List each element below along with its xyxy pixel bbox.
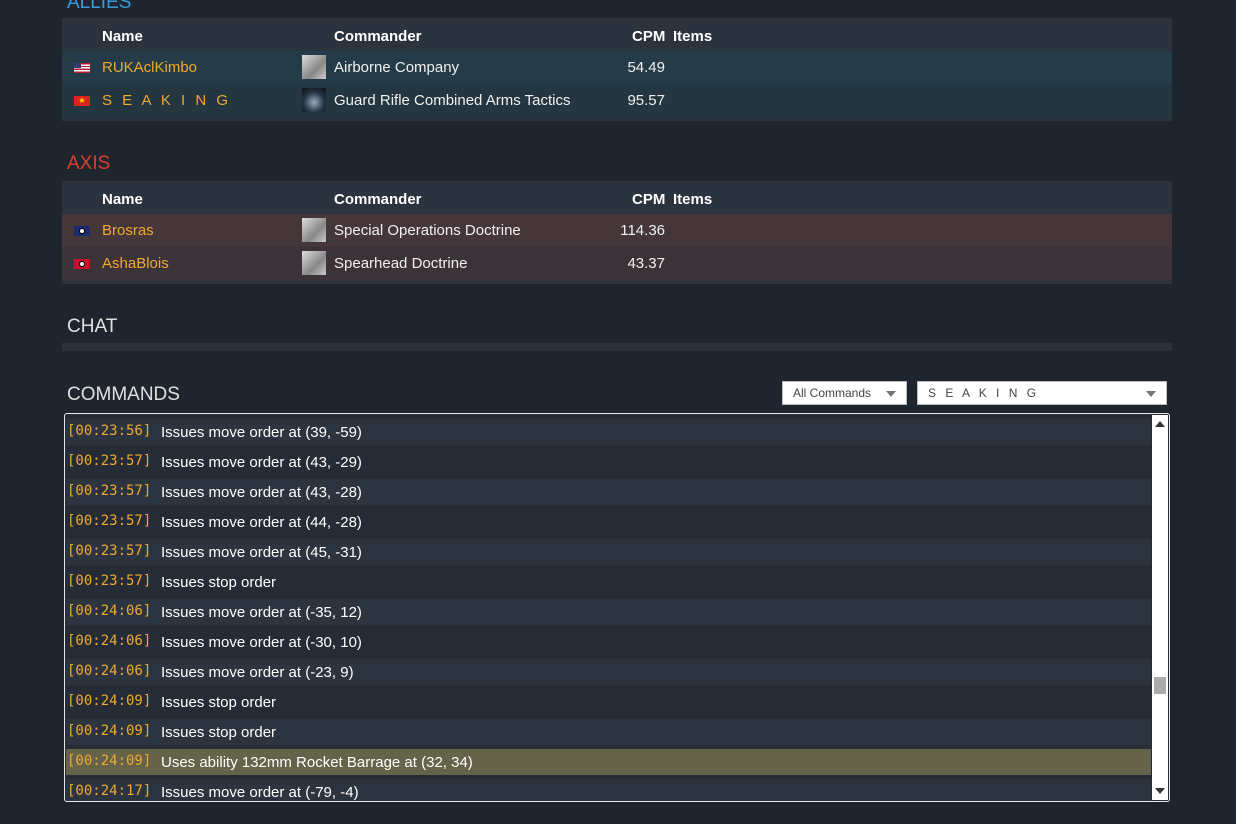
log-entry: [00:24:09] Issues stop order: [66, 719, 1151, 745]
cpm-value: 114.36: [620, 222, 665, 239]
log-entry: [00:23:56] Issues move order at (39, -59): [66, 419, 1151, 445]
player-row: AshaBlois Spearhead Doctrine 43.37: [62, 247, 1172, 280]
chat-title: CHAT: [67, 316, 118, 337]
axis-table-header: Name Commander CPM Items: [62, 181, 1172, 214]
log-entry: [00:24:06] Issues move order at (-35, 12): [66, 599, 1151, 625]
vietnam-flag-icon: ★: [74, 96, 90, 106]
commander-name: Special Operations Doctrine: [334, 222, 521, 239]
commander-name: Spearhead Doctrine: [334, 255, 468, 272]
log-entry: [00:23:57] Issues move order at (43, -29): [66, 449, 1151, 475]
player-filter-select[interactable]: S E A K I N G: [917, 381, 1167, 405]
log-timestamp: [00:23:57]: [67, 513, 152, 529]
allies-title: ALLIES: [67, 0, 132, 13]
log-message: Issues move order at (44, -28): [161, 514, 362, 531]
player-name-link[interactable]: AshaBlois: [102, 255, 169, 272]
log-timestamp: [00:24:09]: [67, 723, 152, 739]
player-name-link[interactable]: RUKAclKimbo: [102, 59, 197, 76]
chevron-down-icon: [886, 391, 896, 397]
player-name-link[interactable]: Brosras: [102, 222, 154, 239]
name-header: Name: [102, 28, 143, 45]
commander-name: Airborne Company: [334, 59, 460, 76]
commander-icon: [302, 55, 326, 79]
log-message: Issues move order at (43, -28): [161, 484, 362, 501]
cpm-value: 54.49: [627, 59, 665, 76]
log-message: Issues move order at (43, -29): [161, 454, 362, 471]
log-message: Issues move order at (-30, 10): [161, 634, 362, 651]
log-timestamp: [00:24:09]: [67, 693, 152, 709]
player-row: ★ S E A K I N G Guard Rifle Combined Arm…: [62, 84, 1172, 117]
cpm-header: CPM: [632, 28, 666, 45]
commander-header: Commander: [334, 28, 422, 45]
log-entry: [00:23:57] Issues move order at (45, -31): [66, 539, 1151, 565]
log-timestamp: [00:24:06]: [67, 663, 152, 679]
log-message: Issues move order at (39, -59): [161, 424, 362, 441]
log-timestamp: [00:23:57]: [67, 543, 152, 559]
log-message: Issues stop order: [161, 574, 277, 591]
commands-title: COMMANDS: [67, 384, 180, 405]
command-filter-select[interactable]: All Commands: [782, 381, 907, 405]
items-header: Items: [673, 191, 713, 208]
name-header: Name: [102, 191, 143, 208]
log-timestamp: [00:24:09]: [67, 753, 152, 769]
log-message: Issues move order at (-35, 12): [161, 604, 362, 621]
commander-name: Guard Rifle Combined Arms Tactics: [334, 92, 571, 109]
log-timestamp: [00:24:06]: [67, 603, 152, 619]
scrollbar-thumb[interactable]: [1154, 677, 1166, 694]
commander-icon: [302, 88, 326, 112]
player-filter-value: S E A K I N G: [928, 386, 1040, 400]
log-entry: [00:24:09] Uses ability 132mm Rocket Barr…: [66, 749, 1151, 775]
log-entry: [00:24:09] Issues stop order: [66, 689, 1151, 715]
allies-table-header: Name Commander CPM Items: [62, 18, 1172, 51]
axis-title: AXIS: [67, 153, 111, 174]
log-entry: [00:24:17] Issues move order at (-79, -4): [66, 779, 1151, 801]
commander-icon: [302, 251, 326, 275]
player-row: Brosras Special Operations Doctrine 114.…: [62, 214, 1172, 247]
player-name-link[interactable]: S E A K I N G: [102, 92, 231, 109]
command-log[interactable]: [00:23:56] Issues move order at (39, -59)…: [64, 413, 1170, 802]
log-message: Issues move order at (-23, 9): [161, 664, 354, 681]
log-message: Uses ability 132mm Rocket Barrage at (32…: [161, 754, 473, 771]
allies-table: Name Commander CPM Items RUKAclKimbo Air…: [62, 18, 1172, 121]
log-timestamp: [00:24:06]: [67, 633, 152, 649]
log-message: Issues move order at (-79, -4): [161, 784, 359, 801]
us-flag-icon: [74, 63, 90, 73]
log-timestamp: [00:23:57]: [67, 573, 152, 589]
log-timestamp: [00:23:57]: [67, 483, 152, 499]
log-entry: [00:24:06] Issues move order at (-23, 9): [66, 659, 1151, 685]
cpm-value: 43.37: [627, 255, 665, 272]
chevron-down-icon: [1146, 391, 1156, 397]
log-entry: [00:23:57] Issues move order at (44, -28): [66, 509, 1151, 535]
log-timestamp: [00:24:17]: [67, 783, 152, 799]
commander-icon: [302, 218, 326, 242]
log-entry: [00:24:06] Issues move order at (-30, 10): [66, 629, 1151, 655]
player-row: RUKAclKimbo Airborne Company 54.49: [62, 51, 1172, 84]
log-timestamp: [00:23:57]: [67, 453, 152, 469]
cpm-header: CPM: [632, 191, 666, 208]
log-message: Issues stop order: [161, 694, 277, 711]
log-message: Issues stop order: [161, 724, 277, 741]
axis-table: Name Commander CPM Items Brosras Special…: [62, 181, 1172, 284]
axis-flag-icon: [74, 259, 90, 269]
axis-flag-icon: [74, 226, 90, 236]
log-entry: [00:23:57] Issues move order at (43, -28): [66, 479, 1151, 505]
scroll-up-icon[interactable]: [1155, 421, 1165, 427]
commander-header: Commander: [334, 191, 422, 208]
log-entry: [00:23:57] Issues stop order: [66, 569, 1151, 595]
log-timestamp: [00:23:56]: [67, 423, 152, 439]
scroll-down-icon[interactable]: [1155, 788, 1165, 794]
cpm-value: 95.57: [627, 92, 665, 109]
items-header: Items: [673, 28, 713, 45]
chat-panel: [62, 343, 1172, 351]
scrollbar[interactable]: [1152, 415, 1168, 800]
log-message: Issues move order at (45, -31): [161, 544, 362, 561]
command-filter-value: All Commands: [793, 386, 872, 400]
